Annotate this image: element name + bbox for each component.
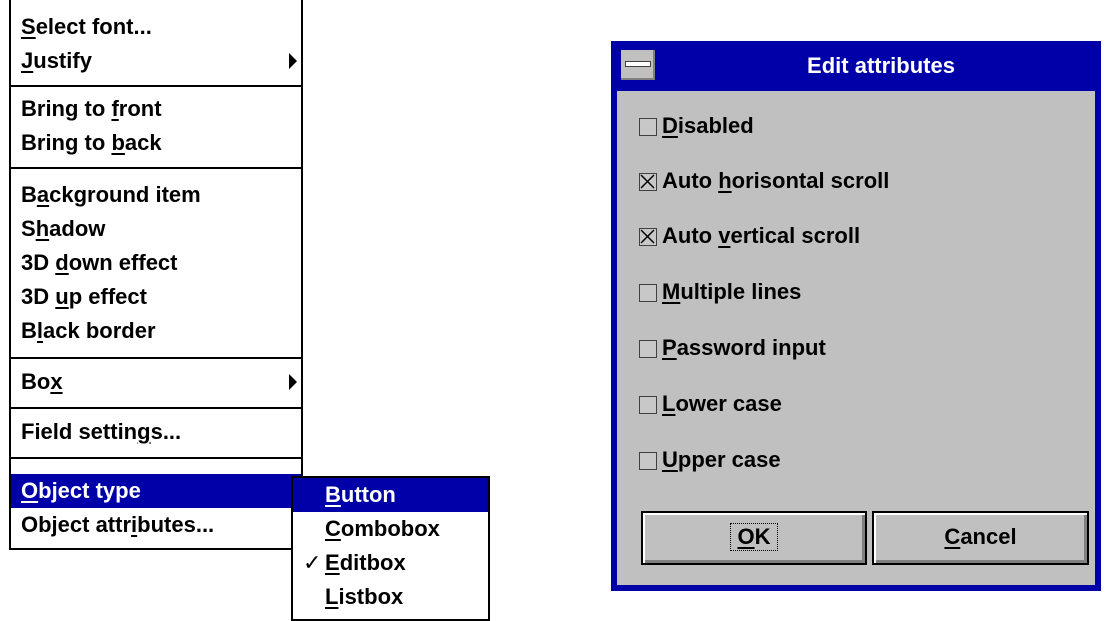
checkbox-password-input[interactable]: Password input <box>639 331 826 365</box>
menu-separator <box>11 457 301 459</box>
checkbox-box-checked[interactable] <box>639 173 657 191</box>
menu-item-field-settings[interactable]: Field settings... <box>11 415 301 449</box>
menu-separator <box>11 357 301 359</box>
x-mark-icon <box>640 174 655 189</box>
checkbox-lower-case[interactable]: Lower case <box>639 387 782 421</box>
checkbox-auto-horisontal-scroll[interactable]: Auto horisontal scroll <box>639 164 889 198</box>
dialog-title: Edit attributes <box>807 53 955 78</box>
menu-item-object-attributes[interactable]: Object attributes... <box>11 508 301 542</box>
submenu-arrow-icon <box>289 53 297 69</box>
checkbox-box[interactable] <box>639 340 657 358</box>
menu-item-justify[interactable]: Justify <box>11 44 301 78</box>
menu-separator <box>11 85 301 87</box>
ok-button[interactable]: OK <box>641 511 867 565</box>
system-menu-icon[interactable] <box>621 50 655 80</box>
menu-item-select-font[interactable]: Select font... <box>11 10 301 44</box>
checkbox-box[interactable] <box>639 118 657 136</box>
focus-rect: OK <box>730 523 778 551</box>
checkbox-box[interactable] <box>639 452 657 470</box>
checkbox-upper-case[interactable]: Upper case <box>639 443 781 477</box>
checkbox-box-checked[interactable] <box>639 228 657 246</box>
edit-attributes-dialog: Edit attributes Disabled Auto horisontal… <box>611 41 1101 591</box>
checkbox-auto-vertical-scroll[interactable]: Auto vertical scroll <box>639 219 860 253</box>
menu-item-3d-down-effect[interactable]: 3D down effect <box>11 246 301 280</box>
checkbox-multiple-lines[interactable]: Multiple lines <box>639 275 801 309</box>
object-type-submenu: Button Combobox ✓ Editbox Listbox <box>291 476 490 621</box>
submenu-item-combobox[interactable]: Combobox <box>293 512 488 546</box>
menu-item-shadow[interactable]: Shadow <box>11 212 301 246</box>
check-mark-icon: ✓ <box>303 550 322 575</box>
submenu-item-editbox[interactable]: ✓ Editbox <box>293 546 488 580</box>
menu-item-bring-to-front[interactable]: Bring to front <box>11 92 301 126</box>
submenu-item-button[interactable]: Button <box>293 478 488 512</box>
menu-separator <box>11 167 301 169</box>
dialog-title-bar[interactable]: Edit attributes <box>611 41 1101 91</box>
submenu-item-listbox[interactable]: Listbox <box>293 580 488 614</box>
menu-item-black-border[interactable]: Black border <box>11 314 301 348</box>
menu-item-background-item[interactable]: Background item <box>11 178 301 212</box>
checkbox-box[interactable] <box>639 396 657 414</box>
menu-item-object-type[interactable]: Object type <box>11 474 301 508</box>
menu-separator <box>11 407 301 409</box>
checkbox-disabled[interactable]: Disabled <box>639 109 754 143</box>
x-mark-icon <box>640 229 655 244</box>
menu-item-bring-to-back[interactable]: Bring to back <box>11 126 301 160</box>
dialog-client-area: Disabled Auto horisontal scroll Auto ver… <box>617 91 1095 585</box>
checkbox-box[interactable] <box>639 284 657 302</box>
menu-item-3d-up-effect[interactable]: 3D up effect <box>11 280 301 314</box>
cancel-button[interactable]: Cancel <box>872 511 1089 565</box>
submenu-arrow-icon <box>289 374 297 390</box>
menu-item-box[interactable]: Box <box>11 365 301 399</box>
context-menu: Select font... Justify Bring to front Br… <box>9 0 303 550</box>
